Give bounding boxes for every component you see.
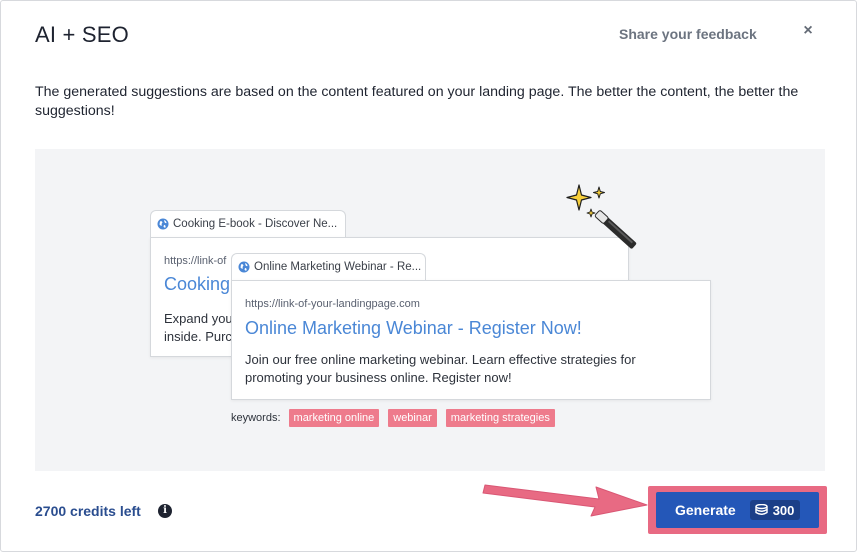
coins-icon: [755, 504, 768, 515]
back-headline: Cooking: [164, 274, 231, 294]
keyword-chip: marketing online: [288, 409, 380, 427]
share-feedback-link[interactable]: Share your feedback: [619, 26, 757, 42]
front-headline: Online Marketing Webinar - Register Now!: [245, 318, 582, 338]
front-preview-card: https://link-of-your-landingpage.com Onl…: [231, 280, 711, 400]
close-icon[interactable]: ×: [799, 22, 817, 42]
generate-button[interactable]: Generate 300: [656, 492, 819, 528]
back-preview-tab: Cooking E-book - Discover Ne...: [150, 210, 346, 238]
magic-wand-icon: [566, 184, 637, 249]
keyword-chip: marketing strategies: [445, 409, 555, 427]
credit-cost: 300: [772, 502, 795, 518]
description-text: The generated suggestions are based on t…: [35, 84, 799, 119]
globe-icon: [157, 218, 169, 230]
generate-label: Generate: [675, 502, 736, 518]
back-url: https://link-of: [164, 255, 227, 267]
keyword-chip: webinar: [388, 409, 437, 427]
front-body: Join our free online marketing webinar. …: [245, 352, 636, 385]
dialog-title: AI + SEO: [35, 22, 129, 47]
credits-left: 2700 credits left: [35, 503, 141, 519]
info-icon[interactable]: i: [158, 504, 172, 518]
front-preview-tab: Online Marketing Webinar - Re...: [231, 253, 426, 281]
credit-cost-badge: 300: [749, 500, 801, 520]
keywords-row: keywords: marketing online webinar marke…: [231, 409, 564, 427]
keywords-label: keywords:: [231, 412, 281, 424]
front-url: https://link-of-your-landingpage.com: [245, 298, 420, 310]
globe-icon: [238, 261, 250, 273]
front-tab-title: Online Marketing Webinar - Re...: [254, 261, 422, 273]
serp-preview: Cooking E-book - Discover Ne... https://…: [35, 149, 825, 471]
back-tab-title: Cooking E-book - Discover Ne...: [173, 218, 338, 230]
ai-seo-dialog: AI + SEO Share your feedback × The gener…: [0, 0, 857, 552]
pointer-arrow-icon: [482, 484, 648, 517]
